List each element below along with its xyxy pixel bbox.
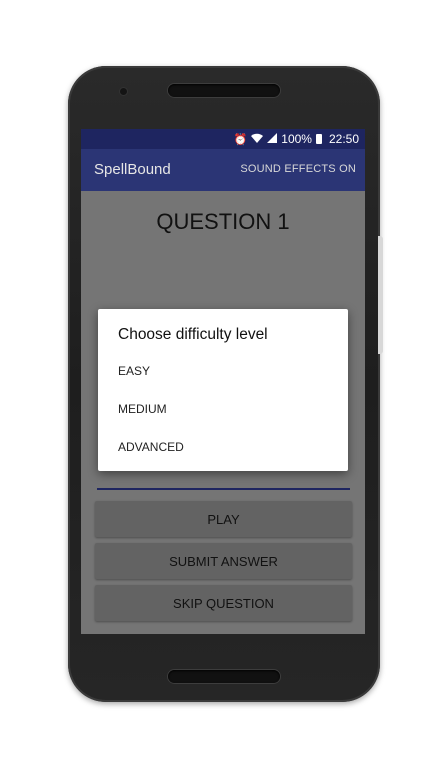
app-title: SpellBound <box>94 161 171 178</box>
alarm-icon: ⏰ <box>233 133 248 146</box>
front-camera <box>120 88 127 95</box>
answer-input[interactable] <box>97 488 350 490</box>
play-button[interactable]: PLAY <box>95 501 352 537</box>
skip-question-button[interactable]: SKIP QUESTION <box>95 585 352 621</box>
sound-effects-toggle[interactable]: SOUND EFFECTS ON <box>240 163 356 175</box>
screen: ⏰ 100% 22:50 SpellBound SOUND EFFECTS ON… <box>81 129 365 634</box>
dialog-title: Choose difficulty level <box>118 326 268 343</box>
option-medium[interactable]: MEDIUM <box>118 402 167 416</box>
bottom-speaker <box>168 670 280 683</box>
difficulty-dialog: Choose difficulty level EASY MEDIUM ADVA… <box>98 309 348 471</box>
option-easy[interactable]: EASY <box>118 364 150 378</box>
status-bar: ⏰ 100% 22:50 <box>81 129 365 149</box>
signal-icon <box>267 132 278 146</box>
wifi-icon <box>251 133 264 146</box>
app-bar: SpellBound SOUND EFFECTS ON <box>81 149 365 191</box>
side-button <box>378 236 383 354</box>
top-speaker <box>168 84 280 97</box>
question-title: QUESTION 1 <box>156 209 290 234</box>
battery-icon <box>315 134 322 144</box>
option-advanced[interactable]: ADVANCED <box>118 440 184 454</box>
clock: 22:50 <box>328 132 359 146</box>
battery-percent: 100% <box>281 132 312 146</box>
main-content: QUESTION 1 PLAY SUBMIT ANSWER SKIP QUEST… <box>81 191 365 634</box>
submit-answer-button[interactable]: SUBMIT ANSWER <box>95 543 352 579</box>
